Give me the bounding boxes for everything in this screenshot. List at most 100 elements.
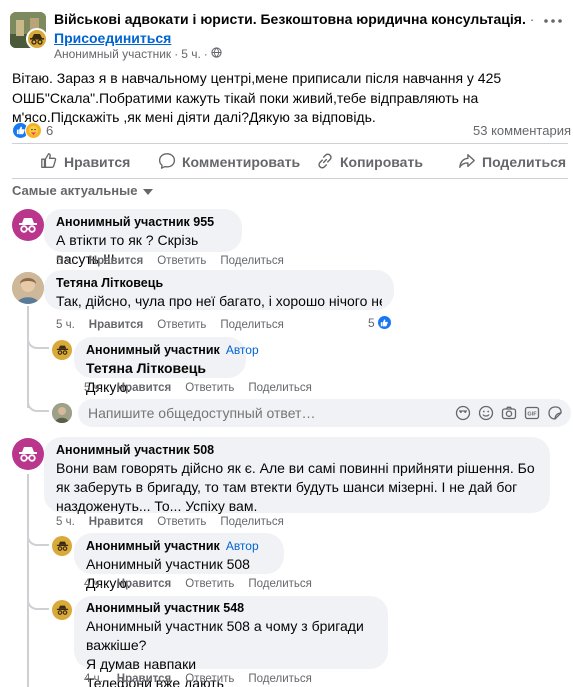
sticker-icon[interactable] <box>546 405 563 422</box>
comment-reply-button[interactable]: Ответить <box>157 319 206 331</box>
anonymous-avatar[interactable] <box>52 600 72 620</box>
thread-connector <box>27 532 49 546</box>
camera-icon[interactable] <box>500 405 517 422</box>
post-author: Анонимный участник <box>54 47 172 61</box>
group-name-text[interactable]: Військові адвокати і юристи. Безкоштовна… <box>54 11 526 27</box>
author-badge: Автор <box>225 539 259 553</box>
comment-like-button[interactable]: Нравится <box>117 578 171 590</box>
reaction-count: 6 <box>46 123 54 138</box>
comment-reply-button[interactable]: Ответить <box>185 673 234 685</box>
comment-sort-dropdown[interactable]: Самые актуальные <box>12 183 153 198</box>
author-badge: Автор <box>225 343 259 357</box>
comment-share-button[interactable]: Поделиться <box>220 255 284 267</box>
comment-text: Так, дійсно, чула про неї багато, і хоро… <box>56 293 382 309</box>
comment-reply-button[interactable]: Ответить <box>157 255 206 267</box>
anonymous-member-icon <box>26 28 48 50</box>
like-button[interactable]: Нравится <box>40 148 130 176</box>
comment-reply-button[interactable]: Ответить <box>185 382 234 394</box>
reply-toolbar: GIF <box>454 405 563 422</box>
thread-connector <box>27 596 49 610</box>
separator-dot: · <box>529 11 535 27</box>
link-icon <box>316 152 334 173</box>
comment-share-button[interactable]: Поделиться <box>220 516 284 528</box>
avatar-sticker-icon[interactable] <box>454 405 471 422</box>
comment-time[interactable]: 5 ч. <box>84 382 103 394</box>
comment-share-button[interactable]: Поделиться <box>248 673 312 685</box>
comment-time[interactable]: 5 ч. <box>56 319 75 331</box>
copy-button[interactable]: Копировать <box>316 148 423 176</box>
comment-author[interactable]: Анонимный участник 955 <box>56 215 230 229</box>
comment-bubble: Анонимный участник Автор Анонимный участн… <box>74 533 284 591</box>
comment-button[interactable]: Комментировать <box>158 148 300 176</box>
post-text: Вітаю. Зараз я в навчальному центрі,мене… <box>12 70 502 125</box>
comment-bubble: Анонимный участник 508 Вони вам говорять… <box>44 437 550 514</box>
reply-input[interactable] <box>88 405 454 421</box>
comment-author[interactable]: Анонимный участник 548 <box>86 601 376 615</box>
mention-link[interactable]: Тетяна Літковець <box>86 360 206 376</box>
share-button-label: Поделиться <box>482 154 567 170</box>
post-time[interactable]: 5 ч. <box>181 47 201 61</box>
comment-bubble: Анонимный участник 548 Анонимный участни… <box>74 596 388 687</box>
comment-text: Я думав навпаки <box>86 656 197 672</box>
svg-text:GIF: GIF <box>527 412 537 418</box>
anonymous-avatar[interactable] <box>12 438 44 470</box>
anonymous-avatar[interactable] <box>52 536 72 556</box>
gif-icon[interactable]: GIF <box>523 405 540 422</box>
group-name[interactable]: Військові адвокати і юристи. Безкоштовна… <box>54 11 534 27</box>
thread-connector <box>27 398 49 412</box>
reactions-summary[interactable]: 6 <box>12 122 53 139</box>
comments-count[interactable]: 53 комментария <box>473 123 571 138</box>
comment-like-count[interactable]: 5 <box>368 315 392 330</box>
thread-connector <box>27 335 49 349</box>
comment-like-button[interactable]: Нравится <box>117 382 171 394</box>
comment-time[interactable]: 4 ч. <box>84 578 103 590</box>
divider <box>12 143 568 144</box>
comment-actions: 5 ч. Нравится Ответить Поделиться <box>56 255 284 267</box>
like-count-value: 5 <box>368 315 375 330</box>
copy-button-label: Копировать <box>340 154 423 170</box>
thread-line <box>27 474 29 687</box>
comment-reply-button[interactable]: Ответить <box>157 516 206 528</box>
reply-input-box[interactable]: GIF <box>78 399 571 427</box>
comment-time[interactable]: 5 ч. <box>56 516 75 528</box>
chevron-down-icon <box>142 183 153 198</box>
more-options-icon[interactable] <box>538 10 568 32</box>
divider <box>12 178 568 179</box>
share-button[interactable]: Поделиться <box>458 148 566 176</box>
like-button-label: Нравится <box>64 154 131 170</box>
comment-share-button[interactable]: Поделиться <box>248 578 312 590</box>
comment-icon <box>158 152 176 173</box>
thumbs-up-icon <box>40 152 58 173</box>
anonymous-avatar[interactable] <box>12 209 44 241</box>
my-avatar[interactable] <box>52 403 72 423</box>
comment-actions: 4 ч. Нравится Ответить Поделиться <box>84 673 312 685</box>
share-icon <box>458 152 476 173</box>
care-icon <box>25 122 42 139</box>
comment-bubble: Анонимный участник Автор Тетяна Літковець… <box>74 337 259 395</box>
comment-time[interactable]: 4 ч. <box>84 673 103 685</box>
comment-author[interactable]: Тетяна Літковець <box>56 276 382 290</box>
comment-like-button[interactable]: Нравится <box>117 673 171 685</box>
comment-button-label: Комментировать <box>182 154 301 170</box>
comment-actions: 5 ч. Нравится Ответить Поделиться <box>56 516 284 528</box>
comment-author[interactable]: Анонимный участник Автор <box>86 343 259 357</box>
comment-share-button[interactable]: Поделиться <box>220 319 284 331</box>
comment-author[interactable]: Анонимный участник Автор <box>86 539 272 553</box>
comment-actions: 5 ч. Нравится Ответить Поделиться <box>56 319 284 331</box>
separator-dot: · <box>203 47 208 61</box>
comment-share-button[interactable]: Поделиться <box>248 382 312 394</box>
author-name[interactable]: Анонимный участник <box>86 343 220 357</box>
comment-author[interactable]: Анонимный участник 508 <box>56 443 538 457</box>
comment-bubble: Анонимный участник 955 А втікти то як ? … <box>44 209 242 267</box>
comment-time[interactable]: 5 ч. <box>56 255 75 267</box>
comment-reply-button[interactable]: Ответить <box>185 578 234 590</box>
comment-text: Анонимный участник 508 а чому з бригади … <box>86 618 364 653</box>
author-name[interactable]: Анонимный участник <box>86 539 220 553</box>
comment-like-button[interactable]: Нравится <box>89 516 143 528</box>
comment-like-button[interactable]: Нравится <box>89 319 143 331</box>
emoji-icon[interactable] <box>477 405 494 422</box>
comment-like-button[interactable]: Нравится <box>89 255 143 267</box>
anonymous-avatar[interactable] <box>52 340 72 360</box>
user-avatar[interactable] <box>12 272 44 304</box>
join-group-link[interactable]: Присоединиться <box>54 30 171 46</box>
